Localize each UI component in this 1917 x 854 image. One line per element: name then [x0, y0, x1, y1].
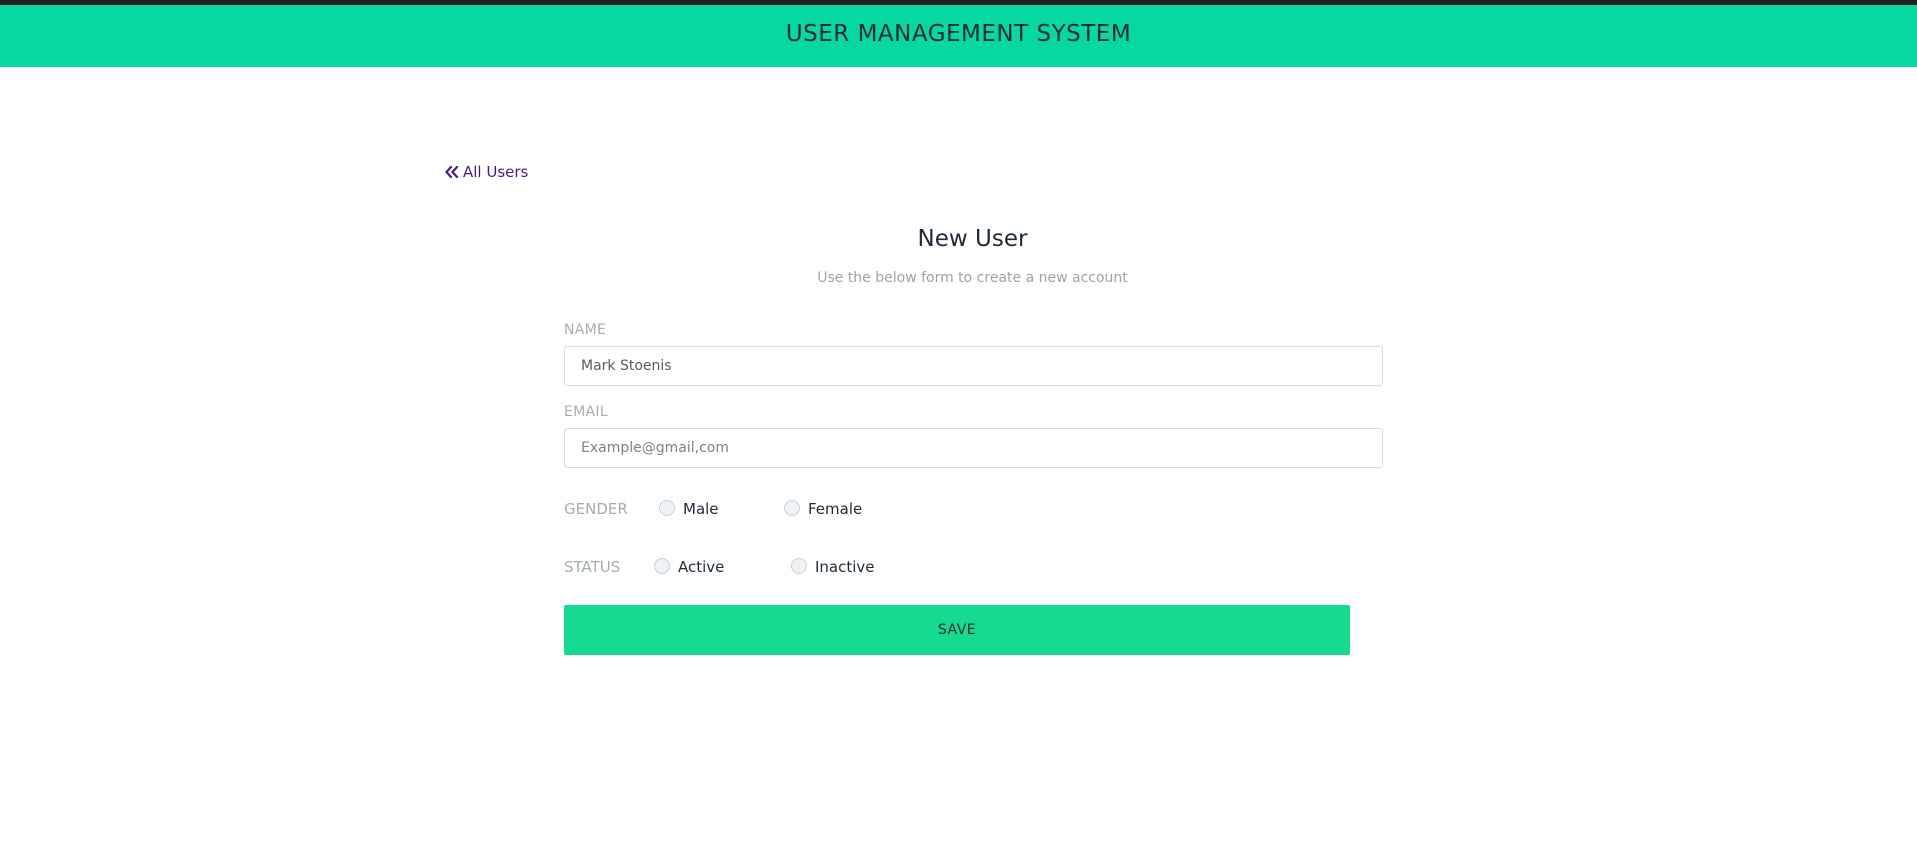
status-active-radio[interactable]: Active	[654, 558, 724, 576]
status-inactive-radio[interactable]: Inactive	[791, 558, 875, 576]
form-subtitle: Use the below form to create a new accou…	[817, 270, 1128, 286]
gender-male-label: Male	[683, 500, 719, 518]
gender-male-radio[interactable]: Male	[659, 500, 719, 518]
all-users-link-label: All Users	[463, 163, 529, 181]
gender-female-label: Female	[808, 500, 863, 518]
name-label: NAME	[564, 322, 607, 338]
double-chevron-left-icon	[445, 166, 459, 178]
email-label: EMAIL	[564, 404, 608, 420]
radio-circle[interactable]	[654, 558, 670, 574]
email-input[interactable]	[564, 428, 1383, 468]
app-header: USER MANAGEMENT SYSTEM	[0, 5, 1917, 67]
form-title: New User	[917, 226, 1028, 252]
radio-circle[interactable]	[784, 500, 800, 516]
gender-female-radio[interactable]: Female	[784, 500, 862, 518]
status-label: STATUS	[564, 558, 621, 576]
save-button[interactable]: SAVE	[564, 605, 1350, 655]
radio-circle[interactable]	[791, 558, 807, 574]
name-input[interactable]	[564, 346, 1383, 386]
status-active-label: Active	[678, 558, 725, 576]
radio-circle[interactable]	[659, 500, 675, 516]
app-title: USER MANAGEMENT SYSTEM	[785, 21, 1132, 47]
status-inactive-label: Inactive	[815, 558, 875, 576]
gender-label: GENDER	[564, 500, 628, 518]
all-users-link[interactable]: All Users	[445, 163, 528, 181]
